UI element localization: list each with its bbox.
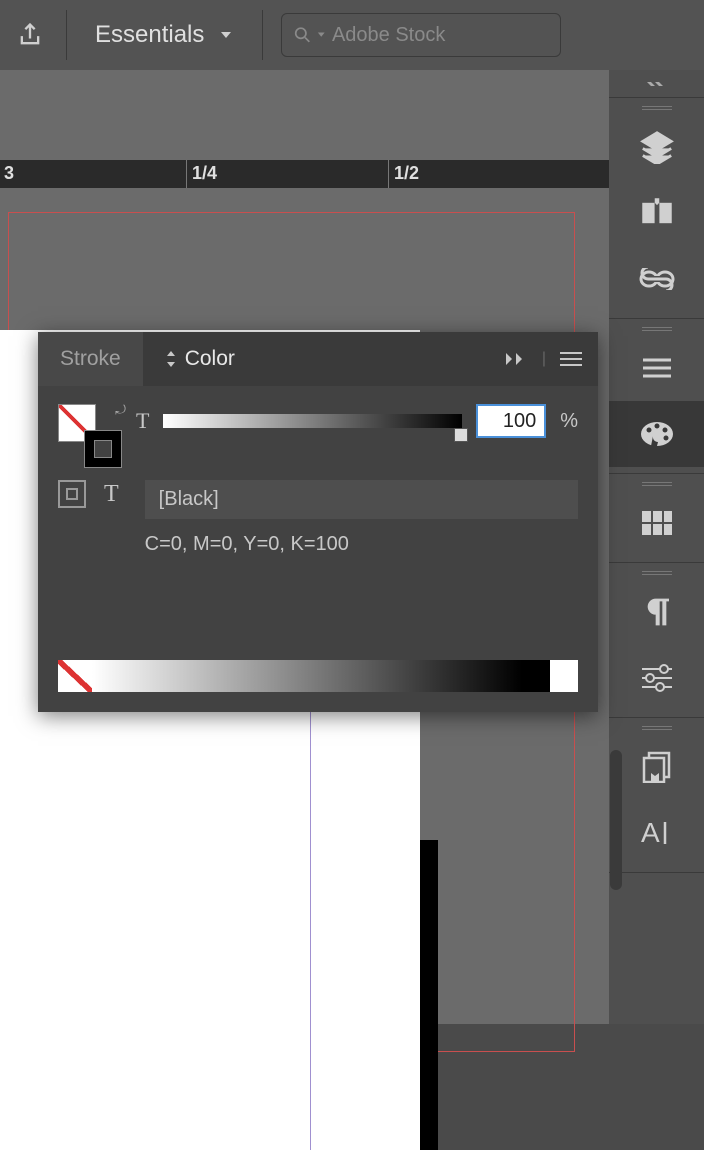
swap-fill-stroke-icon[interactable]: ⤾: [115, 402, 126, 418]
layers-panel-icon[interactable]: [609, 114, 704, 180]
swatch-name[interactable]: [Black]: [145, 480, 578, 519]
cc-libraries-icon[interactable]: [609, 734, 704, 800]
collapse-panels-button[interactable]: [609, 70, 704, 98]
panel-tab-bar: Stroke Color |: [38, 332, 598, 386]
fill-stroke-swatch[interactable]: ⤾: [58, 404, 116, 462]
guide-line[interactable]: [310, 710, 311, 1150]
divider: [66, 10, 67, 60]
panel-grip[interactable]: [609, 569, 704, 579]
panel-grip[interactable]: [609, 325, 704, 335]
page-shadow: [420, 840, 438, 1150]
stroke-panel-icon[interactable]: [609, 335, 704, 401]
tab-color[interactable]: Color: [143, 332, 257, 386]
tint-label: T: [136, 408, 149, 434]
color-panel-icon[interactable]: [609, 401, 704, 467]
adjustments-icon[interactable]: [609, 645, 704, 711]
tint-ramp[interactable]: [92, 660, 522, 692]
tint-value-input[interactable]: [476, 404, 546, 438]
workspace-label: Essentials: [95, 21, 204, 49]
top-toolbar: Essentials: [0, 0, 704, 70]
paragraph-styles-icon[interactable]: [609, 579, 704, 645]
white-swatch[interactable]: [550, 660, 578, 692]
panel-grip[interactable]: [609, 480, 704, 490]
chevron-down-icon: [218, 27, 234, 43]
stroke-swatch[interactable]: [84, 430, 122, 468]
panel-grip[interactable]: [609, 724, 704, 734]
expand-icon[interactable]: [504, 351, 528, 367]
tab-stroke[interactable]: Stroke: [38, 332, 143, 386]
right-panel-dock: A: [609, 70, 704, 1024]
horizontal-ruler[interactable]: 3 1/4 1/2: [0, 160, 609, 188]
chevron-down-icon: [317, 30, 326, 40]
percent-label: %: [560, 410, 578, 433]
stock-search[interactable]: [281, 13, 561, 57]
black-swatch[interactable]: [522, 660, 550, 692]
character-styles-icon[interactable]: A: [609, 800, 704, 866]
color-panel: Stroke Color | ⤾ T %: [38, 332, 598, 712]
tab-label: Color: [185, 347, 235, 371]
divider: [262, 10, 263, 60]
swatches-panel-icon[interactable]: [609, 490, 704, 556]
color-spectrum[interactable]: [58, 660, 578, 692]
none-swatch[interactable]: [58, 660, 92, 692]
pages-panel-icon[interactable]: [609, 180, 704, 246]
tint-slider-handle[interactable]: [454, 428, 468, 442]
sort-icon: [165, 351, 177, 367]
workspace-selector[interactable]: Essentials: [85, 21, 244, 49]
scrollbar[interactable]: [610, 750, 622, 890]
links-panel-icon[interactable]: [609, 246, 704, 312]
tint-slider[interactable]: [163, 414, 462, 428]
panel-menu-icon[interactable]: [560, 351, 582, 367]
ruler-tick: 3: [4, 163, 14, 184]
ruler-tick: 1/2: [394, 163, 419, 184]
formatting-container-icon[interactable]: [58, 480, 86, 508]
svg-text:A: A: [641, 818, 660, 848]
ruler-tick: 1/4: [192, 163, 217, 184]
cmyk-readout: C=0, M=0, Y=0, K=100: [145, 529, 578, 560]
tab-label: Stroke: [60, 347, 121, 371]
panel-grip[interactable]: [609, 104, 704, 114]
share-icon[interactable]: [12, 17, 48, 53]
search-icon: [294, 25, 311, 45]
formatting-text-icon[interactable]: T: [104, 481, 119, 508]
stock-search-input[interactable]: [332, 24, 548, 47]
